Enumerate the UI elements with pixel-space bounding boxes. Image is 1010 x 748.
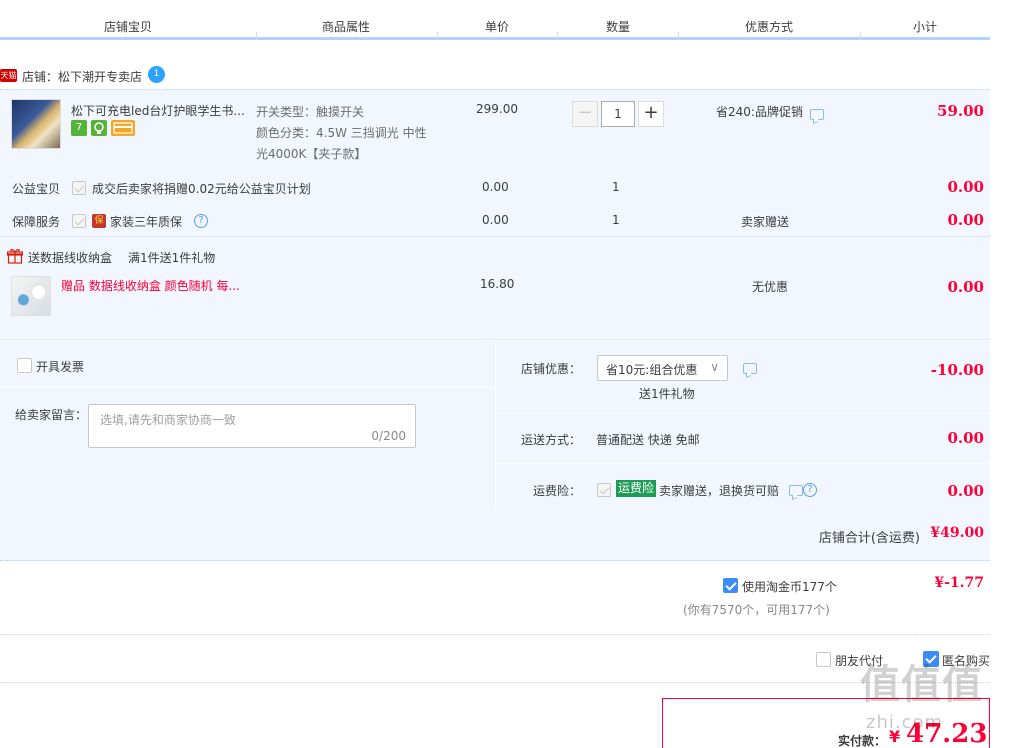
- guarantee-promo: 卖家赠送: [741, 215, 790, 229]
- product-title-link[interactable]: 松下可充电led台灯护眼学生书...: [71, 102, 251, 119]
- message-icon[interactable]: [743, 363, 757, 374]
- header-divider: [256, 32, 257, 40]
- service-name-charity: 公益宝贝: [12, 182, 61, 196]
- wangwang-chat-icon[interactable]: 1: [148, 66, 165, 83]
- watermark-logo: 值值值: [860, 662, 983, 708]
- freight-insurance-checkbox: [597, 483, 611, 497]
- shop-discount-label: 店铺优惠：: [521, 362, 582, 376]
- attr-color-class: 颜色分类：4.5W 三挡调光 中性: [256, 126, 427, 140]
- gift-thumbnail[interactable]: [11, 276, 51, 316]
- seller-message-textarea[interactable]: 选填,请先和商家协商一致 0/200: [88, 404, 416, 448]
- order-extras-right: 店铺优惠： 省10元:组合优惠 ∨ 送1件礼物 -10.00 运送方式： 普通配…: [495, 341, 991, 509]
- gift-rule: 满1件送1件礼物: [128, 251, 216, 265]
- header-divider: [557, 32, 558, 40]
- credit-card-icon: [111, 120, 135, 136]
- charity-subtotal: 0.00: [947, 178, 984, 196]
- charity-price: 0.00: [482, 180, 509, 194]
- qty-input[interactable]: 1: [601, 101, 635, 127]
- divider: [0, 387, 495, 388]
- invoice-label[interactable]: 开具发票: [36, 358, 84, 375]
- use-coins-checkbox[interactable]: [723, 578, 738, 593]
- qty-increment-button[interactable]: +: [638, 101, 664, 127]
- gift-promo: 无优惠: [752, 280, 789, 294]
- help-icon[interactable]: ?: [803, 483, 817, 497]
- shop-total-bar: 店铺合计(含运费) ¥49.00: [0, 509, 990, 561]
- guarantee-badge-icon: 保: [92, 214, 106, 228]
- checkout-page: 店铺宝贝 商品属性 单价 数量 优惠方式 小计 天猫 店铺：松下潮开专卖店 1 …: [0, 0, 1010, 748]
- shop-total-amount: ¥49.00: [930, 525, 984, 541]
- charity-qty: 1: [612, 180, 620, 194]
- header-divider: [860, 32, 861, 40]
- header-attributes: 商品属性: [321, 20, 370, 34]
- quantity-stepper: − 1 +: [572, 101, 666, 127]
- header-divider: [678, 32, 679, 40]
- gift-section: 送数据线收纳盒 满1件送1件礼物 赠品 数据线收纳盒 颜色随机 每... 16.…: [0, 237, 990, 340]
- order-extras-left: 开具发票 给卖家留言： 选填,请先和商家协商一致 0/200: [0, 341, 495, 509]
- coins-bar: 使用淘金币177个 (你有7570个，可用177个) ¥-1.77: [0, 561, 990, 635]
- freight-insurance-amount: 0.00: [947, 482, 984, 500]
- charity-desc: 成交后卖家将捐赠0.02元给公益宝贝计划: [92, 182, 311, 196]
- guarantee-subtotal: 0.00: [947, 211, 984, 229]
- unit-price: 299.00: [476, 102, 518, 116]
- message-icon[interactable]: [810, 109, 824, 120]
- shop-discount-select[interactable]: 省10元:组合优惠 ∨: [597, 355, 728, 381]
- shipping-label: 运送方式：: [521, 433, 582, 447]
- product-attributes: 开关类型：触摸开关 颜色分类：4.5W 三挡调光 中性 光4000K【夹子款】: [256, 102, 427, 165]
- header-promotion: 优惠方式: [744, 20, 793, 34]
- header-quantity: 数量: [605, 20, 630, 34]
- shipping-value: 普通配送 快递 免邮: [596, 433, 700, 447]
- item-subtotal: 59.00: [937, 102, 984, 120]
- guarantee-price: 0.00: [482, 213, 509, 227]
- seven-day-return-icon: 7: [71, 120, 87, 136]
- attr-switch-type: 开关类型：触摸开关: [256, 105, 365, 119]
- service-name-guarantee: 保障服务: [12, 215, 61, 229]
- guarantee-desc: 家装三年质保: [110, 215, 183, 229]
- gift-name-link[interactable]: 赠品 数据线收纳盒 颜色随机 每...: [61, 277, 246, 294]
- shop-discount-gift-note: 送1件礼物: [639, 387, 695, 401]
- message-counter: 0/200: [371, 429, 406, 443]
- shop-discount-selected: 省10元:组合优惠: [606, 363, 698, 377]
- gift-icon: [6, 248, 24, 267]
- shop-name-link[interactable]: 店铺：松下潮开专卖店: [22, 68, 142, 85]
- divider: [496, 463, 991, 464]
- invoice-checkbox[interactable]: [17, 358, 32, 373]
- header-divider: [437, 32, 438, 40]
- product-thumbnail[interactable]: [11, 99, 61, 149]
- header-subtotal: 小计: [912, 20, 937, 34]
- shop-line: 天猫 店铺：松下潮开专卖店 1: [0, 66, 990, 90]
- message-placeholder: 选填,请先和商家协商一致: [100, 413, 236, 427]
- header-shop-item: 店铺宝贝: [103, 20, 152, 34]
- header-unit-price: 单价: [484, 20, 509, 34]
- promo-text: 省240:品牌促销: [716, 105, 803, 119]
- message-label: 给卖家留言：: [15, 408, 88, 422]
- gift-title: 送数据线收纳盒: [28, 251, 113, 265]
- shop-discount-amount: -10.00: [930, 361, 984, 379]
- guarantee-checkbox: [72, 214, 86, 228]
- coins-amount: ¥-1.77: [934, 575, 984, 591]
- attr-color-class-cont: 光4000K【夹子款】: [256, 147, 367, 161]
- energy-icon: [91, 120, 107, 136]
- gift-subtotal: 0.00: [947, 278, 984, 296]
- item-row: 松下可充电led台灯护眼学生书... 7 开关类型：触摸开关 颜色分类：4.5W…: [0, 90, 990, 237]
- chevron-down-icon: ∨: [710, 360, 719, 374]
- use-coins-label[interactable]: 使用淘金币177个: [742, 578, 837, 595]
- shipping-amount: 0.00: [947, 429, 984, 447]
- tmall-icon: 天猫: [0, 69, 17, 82]
- guarantee-qty: 1: [612, 213, 620, 227]
- charity-checkbox: [72, 181, 86, 195]
- freight-insurance-tag: 运费险: [616, 480, 657, 497]
- gift-price: 16.80: [480, 277, 515, 291]
- shop-total-label: 店铺合计(含运费): [818, 531, 920, 546]
- freight-insurance-label: 运费险：: [533, 484, 582, 498]
- message-icon[interactable]: [789, 485, 803, 496]
- watermark-site: zhi.com: [866, 712, 944, 733]
- help-icon[interactable]: ?: [194, 214, 208, 228]
- table-header: 店铺宝贝 商品属性 单价 数量 优惠方式 小计: [0, 0, 990, 40]
- friend-pay-checkbox[interactable]: [816, 652, 831, 667]
- purchase-options-bar: 朋友代付 匿名购买: [0, 635, 990, 683]
- qty-decrement-button[interactable]: −: [572, 101, 598, 127]
- coins-available: (你有7570个，可用177个): [683, 603, 830, 617]
- freight-insurance-desc: 卖家赠送，退换货可赔: [659, 484, 780, 498]
- divider: [496, 413, 991, 414]
